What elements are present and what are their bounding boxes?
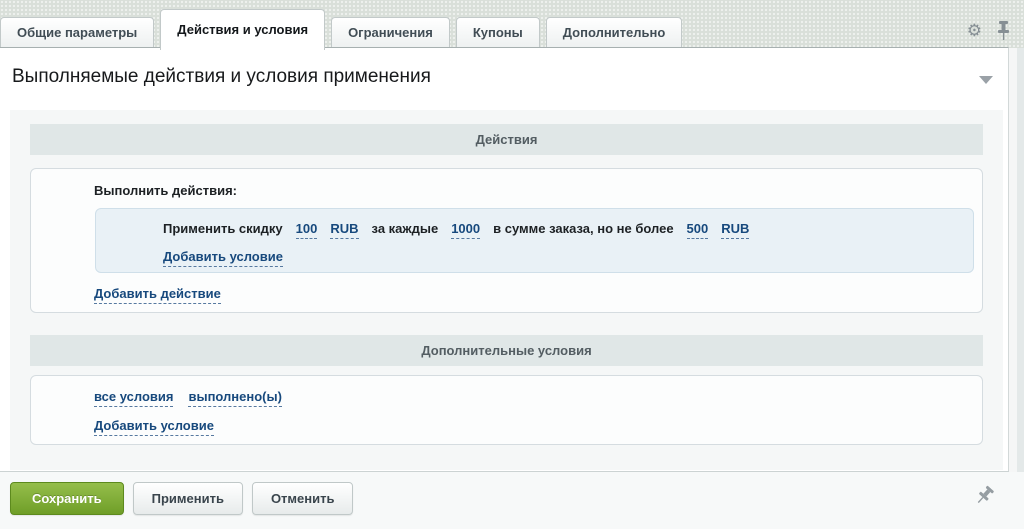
pin-icon[interactable] <box>973 484 995 507</box>
footer-buttons: Сохранить Применить Отменить <box>10 482 353 515</box>
order-sum-limit-text: в сумме заказа, но не более <box>493 221 673 236</box>
tab-bar: Общие параметры Действия и условия Огран… <box>0 0 1024 47</box>
actions-box: Выполнить действия: Применить скидку 100… <box>30 168 983 313</box>
add-action-link[interactable]: Добавить действие <box>94 286 221 304</box>
save-button[interactable]: Сохранить <box>10 482 124 515</box>
tab-additional[interactable]: Дополнительно <box>546 17 683 47</box>
discount-edit-page: Общие параметры Действия и условия Огран… <box>0 0 1024 529</box>
conditions-box: все условия выполнено(ы) Добавить услови… <box>30 375 983 445</box>
pin-icon[interactable] <box>997 21 1010 40</box>
toolbar-icons: ⚙ <box>967 21 1010 40</box>
apply-discount-text: Применить скидку <box>163 221 283 236</box>
discount-amount-link[interactable]: 100 <box>296 221 318 239</box>
max-currency-link[interactable]: RUB <box>721 221 749 239</box>
max-amount-link[interactable]: 500 <box>687 221 709 239</box>
discount-action-row: Применить скидку 100 RUB за каждые 1000 … <box>95 208 974 273</box>
footer-button-bar: Сохранить Применить Отменить <box>0 472 1024 529</box>
execute-actions-label: Выполнить действия: <box>94 183 237 198</box>
actions-conditions-panel: Действия Выполнить действия: Применить с… <box>10 110 1003 470</box>
discount-currency-link[interactable]: RUB <box>330 221 358 239</box>
per-each-text: за каждые <box>372 221 439 236</box>
tab-general-parameters[interactable]: Общие параметры <box>0 17 154 47</box>
additional-conditions-header: Дополнительные условия <box>30 335 983 366</box>
right-gutter <box>1009 48 1017 472</box>
conditions-rule-text: все условия выполнено(ы) <box>94 389 282 407</box>
page-title: Выполняемые действия и условия применени… <box>12 66 431 88</box>
fulfilled-link[interactable]: выполнено(ы) <box>188 389 281 407</box>
actions-section-header: Действия <box>30 124 983 155</box>
gear-icon[interactable]: ⚙ <box>967 22 982 39</box>
right-scroll-gutter[interactable] <box>1017 48 1024 472</box>
add-condition-link-inner[interactable]: Добавить условие <box>163 249 283 267</box>
chevron-down-icon[interactable] <box>979 76 993 84</box>
discount-rule-text: Применить скидку 100 RUB за каждые 1000 … <box>163 221 749 239</box>
tab-coupons[interactable]: Купоны <box>456 17 540 47</box>
apply-button[interactable]: Применить <box>133 482 243 515</box>
tab-restrictions[interactable]: Ограничения <box>331 17 450 47</box>
add-condition-link-outer[interactable]: Добавить условие <box>94 418 214 436</box>
cancel-button[interactable]: Отменить <box>252 482 354 515</box>
tab-actions-and-conditions[interactable]: Действия и условия <box>160 9 325 50</box>
step-amount-link[interactable]: 1000 <box>451 221 480 239</box>
all-conditions-link[interactable]: все условия <box>94 389 173 407</box>
